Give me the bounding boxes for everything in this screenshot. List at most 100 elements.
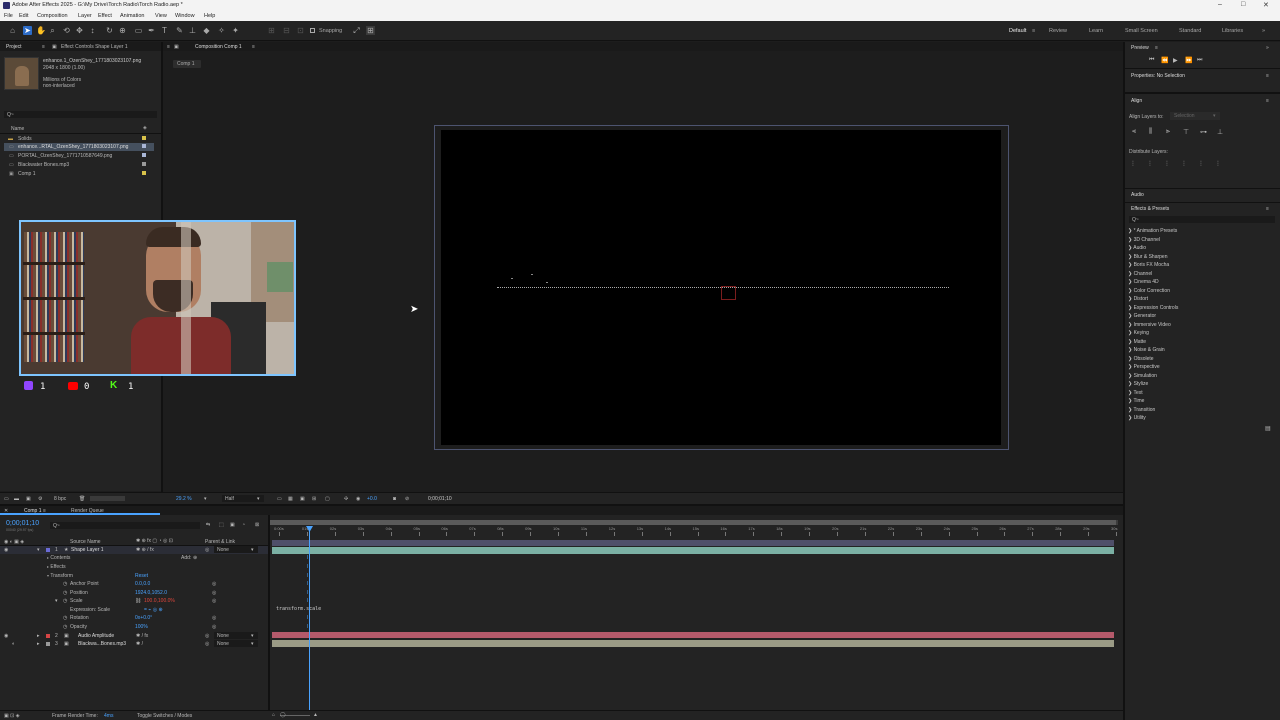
distribute-top-icon[interactable]: ⫶ — [1132, 161, 1134, 169]
bpc-label[interactable]: 8 bpc — [54, 496, 66, 502]
layer-row[interactable]: ◐ ▸ 3 ▣ Blackwa...Bones.mp3 ✱ / ◎ None ▾ — [0, 640, 268, 648]
last-frame-icon[interactable]: ⏭ — [1197, 57, 1202, 64]
dolly-tool-icon[interactable]: ↕ — [88, 26, 97, 35]
layer-bar-audio-amplitude[interactable] — [272, 632, 1114, 638]
align-right-icon[interactable]: ⫸ — [1166, 128, 1170, 136]
transform-row[interactable]: ▾ Transform — [47, 573, 73, 579]
tab-preview[interactable]: Preview — [1131, 45, 1149, 51]
transparency-grid-icon[interactable]: ▦ — [288, 496, 293, 502]
clone-tool-icon[interactable]: ⊥ — [188, 26, 197, 35]
add-icon[interactable]: ⊕ — [193, 555, 197, 561]
pen-tool-icon[interactable]: ✒ — [147, 26, 156, 35]
zoom-level[interactable]: 29.2 % — [176, 496, 192, 502]
playhead[interactable] — [309, 526, 310, 711]
first-frame-icon[interactable]: ⏮ — [1149, 57, 1154, 64]
timeline-search-input[interactable]: Q~ — [50, 522, 200, 529]
distribute-tool-icon[interactable]: ⊟ — [282, 26, 291, 35]
effect-category[interactable]: ❯ Expression Controls — [1128, 305, 1178, 311]
axis-tool-icon[interactable]: ⊡ — [296, 26, 305, 35]
effect-category[interactable]: ❯ * Animation Presets — [1128, 228, 1177, 234]
parent-select[interactable]: None ▾ — [214, 546, 258, 553]
distribute-hcenter-icon[interactable]: ⫶ — [1200, 161, 1202, 169]
puppet-tool-icon[interactable]: ✦ — [231, 26, 240, 35]
preview-menu-icon[interactable]: ≡ — [1155, 45, 1158, 51]
resolution-select[interactable]: Half ▾ — [222, 495, 264, 502]
align-bottom-icon[interactable]: ⊥ — [1217, 128, 1223, 136]
tab-effect-controls[interactable]: Effect Controls Shape Layer 1 — [61, 44, 128, 50]
effect-category[interactable]: ❯ Audio — [1128, 245, 1146, 251]
shy-icon[interactable]: ▣ — [230, 522, 235, 528]
distribute-right-icon[interactable]: ⫶ — [1217, 161, 1219, 169]
stopwatch-icon[interactable]: ◷ — [63, 624, 67, 630]
effect-category[interactable]: ❯ Noise & Grain — [1128, 347, 1165, 353]
workspace-review[interactable]: Review — [1049, 28, 1067, 34]
trash-icon[interactable]: 🗑 — [79, 496, 85, 502]
settings-icon[interactable]: ⚙ — [38, 496, 42, 502]
opacity-value[interactable]: 100% — [135, 624, 148, 630]
effect-category[interactable]: ❯ Utility — [1128, 415, 1146, 421]
next-frame-icon[interactable]: ⏩ — [1185, 57, 1192, 64]
graph-editor-icon[interactable]: ⊠ — [255, 522, 259, 528]
panel-menu-icon[interactable]: ≡ — [167, 44, 170, 50]
zoom-dropdown-icon[interactable]: ▾ — [204, 496, 207, 502]
workspace-learn[interactable]: Learn — [1089, 28, 1103, 34]
effect-category[interactable]: ❯ Immersive Video — [1128, 322, 1171, 328]
effect-category[interactable]: ❯ Keying — [1128, 330, 1149, 336]
menu-help[interactable]: Help — [204, 13, 215, 19]
effect-category[interactable]: ❯ Matte — [1128, 339, 1146, 345]
show-snapshot-icon[interactable]: ⊘ — [405, 496, 409, 502]
guides-icon[interactable]: ⊞ — [312, 496, 316, 502]
stopwatch-icon[interactable]: ◷ — [63, 590, 67, 596]
snapshot-icon[interactable]: ◙ — [393, 496, 396, 502]
time-ruler[interactable]: 0:00s 01s 02s 03s 04s 05s 06s 07s 08s 09s 10s 11s 12… — [270, 525, 1118, 537]
scale-value[interactable]: 100.0,100.0% — [144, 598, 175, 604]
project-item[interactable]: ▣ Comp 1 — [4, 170, 154, 178]
orbit-tool-icon[interactable]: ⟲ — [62, 26, 71, 35]
minimize-icon[interactable]: – — [1218, 1, 1222, 8]
effect-category[interactable]: ❯ Boris FX Mocha — [1128, 262, 1169, 268]
align-top-icon[interactable]: ⊤ — [1183, 128, 1189, 136]
layer-row[interactable]: ◉ ▾ 1 ★ Shape Layer 1 ✱ ⊕ / fx ◎ None ▾ — [0, 546, 268, 554]
new-preset-icon[interactable]: ▤ — [1265, 425, 1271, 432]
stopwatch-icon[interactable]: ◷ — [63, 615, 67, 621]
effect-category[interactable]: ❯ 3D Channel — [1128, 237, 1160, 243]
lock-icon[interactable]: ▣ — [174, 44, 179, 50]
effect-category[interactable]: ❯ Perspective — [1128, 364, 1160, 370]
menu-effect[interactable]: Effect — [98, 13, 112, 19]
effect-category[interactable]: ❯ Transition — [1128, 407, 1155, 413]
timeline-timecode[interactable]: 0;00;01;10 — [6, 520, 39, 527]
effect-category[interactable]: ❯ Color Correction — [1128, 288, 1170, 294]
name-column-header[interactable]: Name — [11, 126, 24, 132]
parent-select[interactable]: None ▾ — [214, 640, 258, 647]
workspace-menu-icon[interactable]: ≡ — [1032, 28, 1035, 34]
parent-select[interactable]: None ▾ — [214, 632, 258, 639]
eraser-tool-icon[interactable]: ◆ — [202, 26, 211, 35]
comp-canvas[interactable] — [441, 130, 1001, 445]
label-column-icon[interactable]: ◈ — [143, 125, 147, 131]
menu-composition[interactable]: Composition — [37, 13, 68, 19]
rotate-tool-icon[interactable]: ↻ — [105, 26, 114, 35]
distribute-vcenter-icon[interactable]: ⫶ — [1149, 161, 1151, 169]
project-tab-menu-icon[interactable]: ≡ — [42, 44, 45, 50]
rectangle-tool-icon[interactable]: ▭ — [134, 26, 143, 35]
draft-3d-icon[interactable]: ⬚ — [219, 522, 224, 528]
add-label[interactable]: Add: — [181, 555, 191, 561]
menu-layer[interactable]: Layer — [78, 13, 92, 19]
prev-frame-icon[interactable]: ⏪ — [1161, 57, 1168, 64]
pickwhip-icon[interactable]: ◎ — [212, 615, 216, 621]
snap-grid-icon[interactable]: ⊞ — [366, 26, 375, 35]
new-folder-icon[interactable]: ▬ — [14, 496, 19, 502]
pickwhip-icon[interactable]: ◎ — [212, 581, 216, 587]
effects-menu-icon[interactable]: ≡ — [1266, 206, 1269, 212]
timeline-footer-icons[interactable]: ▣ ⊡ ◈ — [4, 713, 20, 719]
audio-title[interactable]: Audio — [1131, 192, 1144, 198]
workspace-overflow-icon[interactable]: » — [1262, 28, 1265, 34]
align-hcenter-icon[interactable]: ⫼ — [1149, 128, 1152, 136]
tab-composition[interactable]: Composition Comp 1 — [195, 44, 242, 50]
zoom-in-icon[interactable]: ▲ — [313, 712, 318, 718]
effect-category[interactable]: ❯ Stylize — [1128, 381, 1148, 387]
expand-arrow-icon[interactable]: ▾ — [55, 598, 58, 604]
effect-category[interactable]: ❯ Text — [1128, 390, 1143, 396]
effects-row[interactable]: ▸ Effects — [47, 564, 66, 570]
comp-mini-flowchart-icon[interactable]: ⇆ — [206, 522, 210, 528]
